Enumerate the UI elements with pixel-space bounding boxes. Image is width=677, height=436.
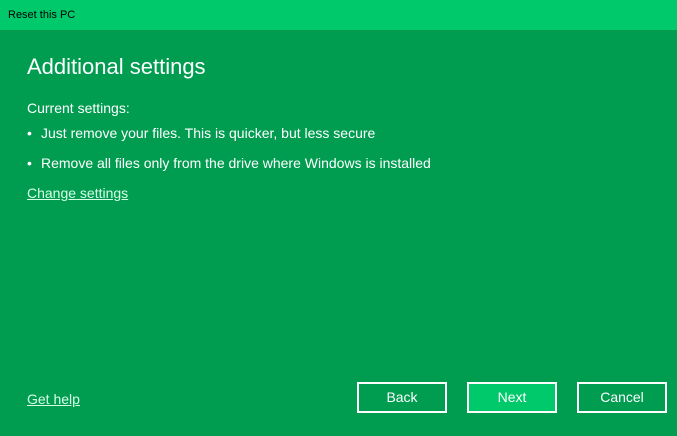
bullet-icon: • <box>27 155 32 171</box>
get-help-link[interactable]: Get help <box>27 390 80 408</box>
settings-list-item-text: Remove all files only from the drive whe… <box>41 155 431 171</box>
current-settings-label: Current settings: <box>27 100 130 116</box>
page-title: Additional settings <box>27 54 206 79</box>
change-settings-link[interactable]: Change settings <box>27 184 128 202</box>
bullet-icon: • <box>27 125 32 141</box>
settings-list-item: • Remove all files only from the drive w… <box>27 154 657 172</box>
back-button[interactable]: Back <box>357 382 447 413</box>
window-title: Reset this PC <box>8 9 76 21</box>
next-button[interactable]: Next <box>467 382 557 413</box>
main-content: Additional settings Current settings: • … <box>27 52 657 203</box>
settings-list-item: • Just remove your files. This is quicke… <box>27 124 657 142</box>
settings-list-item-text: Just remove your files. This is quicker,… <box>41 125 376 141</box>
cancel-button[interactable]: Cancel <box>577 382 667 413</box>
title-bar: Reset this PC <box>0 0 677 30</box>
